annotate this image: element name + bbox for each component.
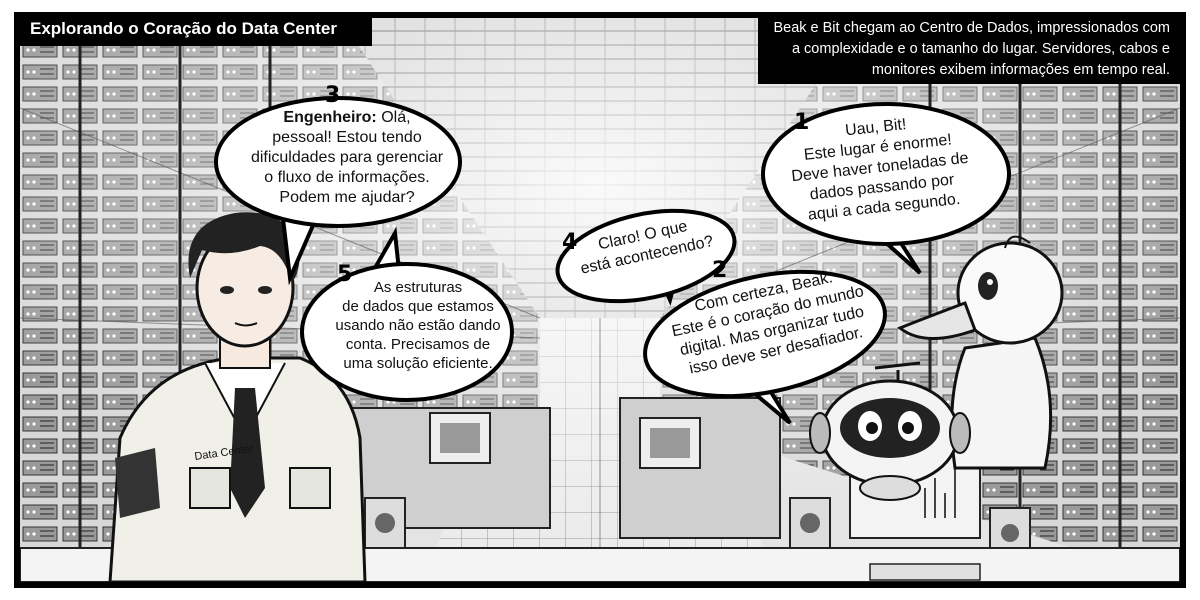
bubble-5-line: de dados que estamos [342,298,494,315]
bubble-2-number: 2 [712,258,728,283]
bubble-4-number: 4 [562,230,578,255]
data-center-scene: Data Center [20,18,1180,582]
bubble-3-line: Podem me ajudar? [279,189,415,206]
bubble-3-text: Engenheiro: Olá, pessoal! Estou tendo di… [232,108,462,208]
narration-caption: Beak e Bit chegam ao Centro de Dados, im… [758,12,1186,84]
bubble-3-line: o fluxo de informações. [264,169,430,186]
bubble-5-line: conta. Precisamos de [345,336,491,353]
bubble-5-line: usando não estão dando [335,317,501,334]
bubble-1-number: 1 [794,110,810,135]
bubble-3-number: 3 [325,83,341,108]
bubble-3-line-part: Olá, [381,109,411,126]
bubble-3-line: Engenheiro: Olá, [232,108,462,128]
bubble-3-line: pessoal! Estou tendo [272,129,422,146]
bubble-3-line: dificuldades para gerenciar [250,149,444,166]
bubble-5-line: uma solução eficiente. [343,355,493,372]
comic-panel: Data Center [14,12,1186,588]
comic-title: Explorando o Coração do Data Center [14,12,372,46]
bubble-5-text: As estruturas de dados que estamos usand… [318,278,518,373]
speaker-label: Engenheiro: [283,109,377,126]
bubble-5-number: 5 [337,262,353,287]
